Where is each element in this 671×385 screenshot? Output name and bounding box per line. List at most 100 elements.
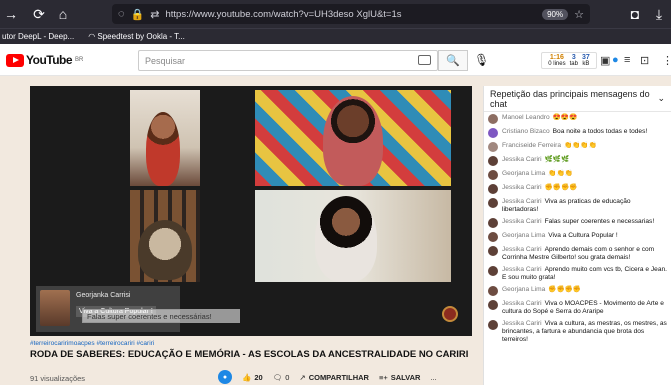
chat-author[interactable]: Georjana Lima: [502, 170, 545, 177]
chat-author[interactable]: Jessika Cariri: [502, 266, 542, 273]
extension-icon[interactable]: ▣: [600, 54, 610, 67]
chat-text: 👏👏👏👏: [564, 142, 597, 149]
chat-author[interactable]: Manoel Leandro: [502, 114, 550, 121]
avatar[interactable]: [488, 232, 498, 242]
chat-text: ✊✊✊✊: [544, 184, 578, 191]
chat-message[interactable]: Jessika Cariri Falas super coerentes e ne…: [488, 218, 667, 228]
participant-tile: [255, 90, 451, 186]
avatar[interactable]: [488, 170, 498, 180]
chat-message[interactable]: Jessika Cariri Aprendo muito com vcs tb, …: [488, 266, 667, 282]
avatar[interactable]: [488, 156, 498, 166]
chat-author[interactable]: Jessika Cariri: [502, 198, 542, 205]
chat-author[interactable]: Jessika Cariri: [502, 246, 542, 253]
stat-cell: 3 tab: [569, 53, 578, 67]
chat-text: Boa noite a todos todas e todes!: [552, 128, 648, 135]
chat-author[interactable]: Jessika Cariri: [502, 184, 542, 191]
search-icon: 🔍: [446, 55, 460, 67]
pocket-icon[interactable]: ◘: [624, 3, 646, 25]
chat-author[interactable]: Georjana Lima: [502, 232, 545, 239]
lock-icon: 🔒: [130, 8, 145, 21]
overlay-message: Falas super coerentes e necessárias!: [82, 309, 240, 323]
browser-toolbar: → ⟳ ⌂ ◌ 🔒 ⇄ https://www.youtube.com/watc…: [0, 0, 671, 28]
chat-message[interactable]: Jessika Cariri Viva a cultura, as mestras…: [488, 320, 667, 344]
create-icon[interactable]: ⊡: [640, 54, 649, 67]
avatar[interactable]: [488, 300, 498, 310]
address-bar[interactable]: ◌ 🔒 ⇄ https://www.youtube.com/watch?v=UH…: [112, 4, 590, 24]
chat-header[interactable]: Repetição das principais mensagens do ch…: [484, 86, 671, 112]
bookmark-item[interactable]: utor DeepL - Deep...: [2, 32, 74, 41]
chat-message[interactable]: Jessika Cariri Aprendo demais com o senho…: [488, 246, 667, 262]
dislike-button[interactable]: 🗨 0: [273, 373, 290, 382]
permissions-icon[interactable]: ⇄: [150, 8, 159, 21]
live-chat-panel: Repetição das principais mensagens do ch…: [483, 86, 671, 385]
chat-message-list: Manoel Leandro 😍😍😍 Cristiano Bizaco Boa noi…: [484, 112, 671, 350]
chat-author[interactable]: Franciseide Ferreira: [502, 142, 561, 149]
keyboard-icon[interactable]: [418, 55, 431, 65]
avatar[interactable]: [488, 184, 498, 194]
chat-message[interactable]: Jessika Cariri Viva o MOACPES - Movimento…: [488, 300, 667, 316]
avatar[interactable]: [488, 266, 498, 276]
avatar[interactable]: [488, 128, 498, 138]
like-button[interactable]: 👍 20: [242, 373, 263, 382]
search-input[interactable]: Pesquisar: [138, 50, 438, 71]
speedtest-icon: ◠: [88, 32, 98, 41]
menu-icon[interactable]: ≡: [624, 54, 630, 66]
avatar[interactable]: [488, 114, 498, 124]
chevron-down-icon[interactable]: ⌄: [657, 93, 665, 104]
youtube-play-icon: [6, 53, 24, 67]
chat-text: 😍😍😍: [552, 114, 578, 121]
chat-message[interactable]: Georjana Lima ✊✊✊✊: [488, 286, 667, 296]
chat-text: ✊✊✊✊: [548, 286, 582, 293]
avatar[interactable]: [488, 198, 498, 208]
chat-author[interactable]: Georjana Lima: [502, 286, 545, 293]
avatar[interactable]: [488, 246, 498, 256]
chat-message[interactable]: Manoel Leandro 😍😍😍: [488, 114, 667, 124]
chat-author[interactable]: Jessika Cariri: [502, 300, 542, 307]
reload-icon[interactable]: ⟳: [28, 3, 50, 25]
participant-tile: [130, 90, 200, 186]
back-icon[interactable]: →: [0, 3, 22, 25]
share-button[interactable]: ↗ COMPARTILHAR: [299, 373, 369, 382]
chat-message[interactable]: Jessika Cariri 🌿🌿🌿: [488, 156, 667, 166]
chat-author[interactable]: Cristiano Bizaco: [502, 128, 550, 135]
chat-message[interactable]: Franciseide Ferreira 👏👏👏👏: [488, 142, 667, 152]
hashtags[interactable]: #terreirocaririmoacpes #terreirocariri #…: [30, 340, 154, 347]
thumbs-down-icon: 🗨: [272, 372, 283, 382]
extension-blue-icon[interactable]: ●: [612, 54, 619, 66]
lower-third-name: Georjanka Carrisi: [76, 292, 131, 299]
bookmark-item[interactable]: ◠ Speedtest by Ookla - T...: [88, 32, 185, 41]
chat-text: Viva a Cultura Popular !: [548, 232, 618, 239]
avatar[interactable]: [488, 218, 498, 228]
youtube-header: YouTube BR Pesquisar 🔍 🎙 1:16 0 lines 3 ta…: [0, 44, 671, 76]
video-title: RODA DE SABERES: EDUCAÇÃO E MEMÓRIA - AS…: [30, 349, 469, 360]
url-text[interactable]: https://www.youtube.com/watch?v=UH3deso …: [165, 9, 536, 20]
download-icon[interactable]: ⤓: [648, 3, 670, 25]
avatar[interactable]: [488, 142, 498, 152]
chat-author[interactable]: Jessika Cariri: [502, 218, 542, 225]
avatar[interactable]: [488, 320, 498, 330]
chat-author[interactable]: Jessika Cariri: [502, 320, 542, 327]
channel-logo-icon: [442, 306, 458, 322]
search-button[interactable]: 🔍: [438, 50, 468, 71]
chat-message[interactable]: Cristiano Bizaco Boa noite a todos todas …: [488, 128, 667, 138]
chat-message[interactable]: Jessika Cariri ✊✊✊✊: [488, 184, 667, 194]
zoom-badge[interactable]: 90%: [542, 8, 569, 20]
shield-icon[interactable]: ◌: [118, 8, 125, 20]
chat-author[interactable]: Jessika Cariri: [502, 156, 542, 163]
extension-action-icon[interactable]: ●: [218, 370, 232, 384]
chat-message[interactable]: Georjana Lima Viva a Cultura Popular !: [488, 232, 667, 242]
home-icon[interactable]: ⌂: [52, 3, 74, 25]
more-button[interactable]: ...: [430, 373, 436, 382]
chat-message[interactable]: Georjana Lima 👏👏👏: [488, 170, 667, 180]
avatar[interactable]: [488, 286, 498, 296]
chat-mode-label: Repetição das principais mensagens do ch…: [490, 88, 650, 109]
save-button[interactable]: ≡+ SALVAR: [379, 373, 421, 382]
bookmark-star-icon[interactable]: ☆: [574, 8, 584, 21]
stats-widget[interactable]: 1:16 0 lines 3 tab 37 kB: [541, 52, 597, 69]
chat-text: Falas super coerentes e necessarias!: [544, 218, 655, 225]
youtube-logo[interactable]: YouTube BR: [6, 53, 83, 67]
apps-icon[interactable]: ⋮: [662, 54, 671, 67]
mic-icon[interactable]: 🎙: [474, 53, 489, 67]
chat-message[interactable]: Jessika Cariri Viva as praticas de educaç…: [488, 198, 667, 214]
video-player[interactable]: Georjanka Carrisi Viva a Cultura Popular…: [30, 86, 472, 336]
